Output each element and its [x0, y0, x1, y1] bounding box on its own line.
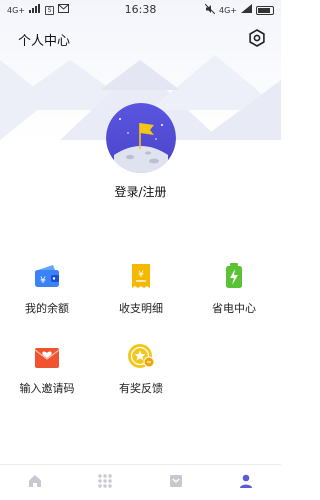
tab-apps[interactable]: [70, 465, 140, 500]
gear-icon: [248, 29, 266, 51]
grid-item-balance[interactable]: ¥ 我的余额: [0, 262, 94, 322]
tab-inbox[interactable]: [141, 465, 211, 500]
network-type-left: 4G+: [7, 5, 25, 15]
avatar[interactable]: [106, 103, 176, 173]
grid-item-feedback[interactable]: 有奖反馈: [94, 342, 188, 402]
notification-box-icon: S: [45, 5, 54, 15]
network-type-right: 4G+: [219, 5, 237, 15]
title-bar: 个人中心: [0, 28, 281, 52]
mail-icon: [58, 4, 69, 16]
battery-charge-icon: [220, 262, 248, 290]
tab-home[interactable]: [0, 465, 70, 500]
grid-item-label: 收支明细: [119, 302, 163, 315]
status-bar: 4G+ S 16:38 4G+: [0, 0, 281, 20]
login-register-link[interactable]: 登录/注册: [0, 183, 281, 200]
grid-item-power-saving[interactable]: 省电中心: [187, 262, 281, 322]
reward-coin-icon: [127, 342, 155, 370]
svg-text:¥: ¥: [138, 270, 144, 280]
apps-grid-icon: [97, 473, 113, 493]
signal-icon: [29, 4, 41, 16]
svg-text:¥: ¥: [40, 276, 46, 286]
grid-item-label: 省电中心: [212, 302, 256, 315]
wallet-icon: ¥: [33, 262, 61, 290]
page-title: 个人中心: [18, 34, 71, 49]
tab-profile[interactable]: [211, 465, 281, 500]
bottom-tab-bar: [0, 464, 281, 500]
grid-item-label: 输入邀请码: [19, 382, 75, 395]
mute-icon: [204, 3, 216, 17]
inbox-icon: [168, 473, 184, 493]
wifi-icon: [241, 4, 252, 16]
battery-icon: [256, 5, 274, 15]
moon-flag-avatar-icon: [106, 103, 176, 173]
home-icon: [27, 473, 43, 493]
grid-item-invite-code[interactable]: 输入邀请码: [0, 342, 94, 402]
settings-button[interactable]: [245, 28, 269, 52]
invite-envelope-icon: [33, 342, 61, 370]
grid-item-transactions[interactable]: ¥ 收支明细: [94, 262, 188, 322]
grid-item-label: 有奖反馈: [119, 382, 163, 395]
grid-item-label: 我的余额: [25, 302, 69, 315]
profile-icon: [238, 473, 254, 493]
receipt-icon: ¥: [127, 262, 155, 290]
